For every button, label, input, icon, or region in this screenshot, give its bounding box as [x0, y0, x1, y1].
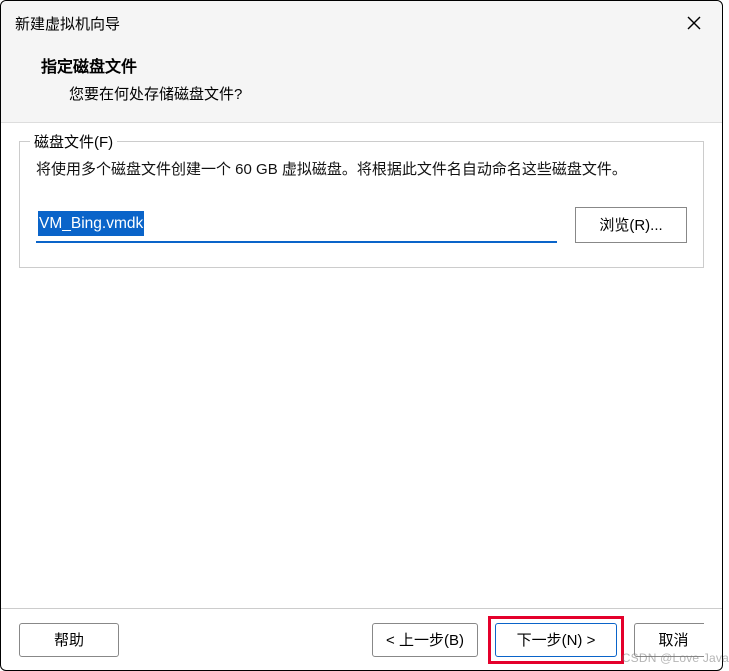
close-button[interactable]: [680, 9, 708, 37]
titlebar: 新建虚拟机向导: [1, 1, 722, 43]
disk-file-fieldset: 磁盘文件(F) 将使用多个磁盘文件创建一个 60 GB 虚拟磁盘。将根据此文件名…: [19, 141, 704, 268]
fieldset-legend: 磁盘文件(F): [30, 131, 117, 152]
window-title: 新建虚拟机向导: [15, 13, 120, 34]
file-input-row: VM_Bing.vmdk 浏览(R)...: [36, 207, 687, 243]
help-button[interactable]: 帮助: [19, 623, 119, 657]
browse-button[interactable]: 浏览(R)...: [575, 207, 687, 243]
close-icon: [686, 15, 702, 31]
page-subtitle: 您要在何处存储磁盘文件?: [41, 83, 708, 104]
page-title: 指定磁盘文件: [41, 53, 708, 77]
description-text: 将使用多个磁盘文件创建一个 60 GB 虚拟磁盘。将根据此文件名自动命名这些磁盘…: [36, 156, 687, 185]
content-area: 磁盘文件(F) 将使用多个磁盘文件创建一个 60 GB 虚拟磁盘。将根据此文件名…: [1, 123, 722, 268]
disk-file-value: VM_Bing.vmdk: [38, 211, 144, 237]
wizard-window: 新建虚拟机向导 指定磁盘文件 您要在何处存储磁盘文件? 磁盘文件(F) 将使用多…: [0, 0, 723, 671]
next-button[interactable]: 下一步(N) >: [495, 623, 617, 657]
next-highlight-frame: 下一步(N) >: [488, 616, 624, 664]
wizard-header: 指定磁盘文件 您要在何处存储磁盘文件?: [1, 43, 722, 123]
back-button[interactable]: < 上一步(B): [372, 623, 478, 657]
wizard-footer: 帮助 < 上一步(B) 下一步(N) > 取消: [1, 608, 722, 670]
disk-file-input[interactable]: VM_Bing.vmdk: [36, 207, 557, 243]
watermark: CSDN @Love Java: [622, 651, 729, 665]
